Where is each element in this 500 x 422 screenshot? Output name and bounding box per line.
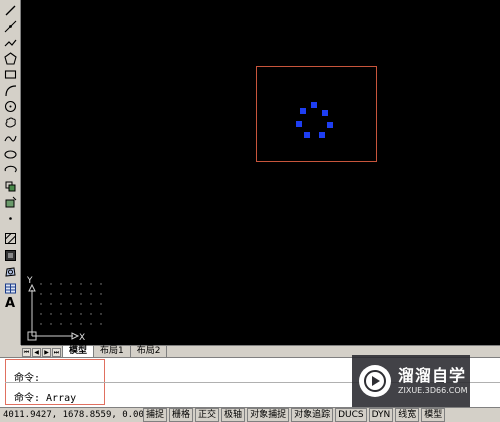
multiline-text-letter: A (4, 296, 16, 311)
ellipse-icon[interactable] (2, 147, 18, 161)
spline-icon[interactable] (2, 131, 18, 145)
construction-line-icon[interactable] (2, 19, 18, 33)
region-icon[interactable] (2, 265, 18, 279)
play-logo-icon (359, 365, 391, 397)
status-model-button[interactable]: 模型 (421, 408, 446, 422)
tab-nav-prev-button[interactable]: ◀ (32, 347, 41, 357)
table-icon[interactable] (2, 281, 18, 295)
status-ortho-button[interactable]: 正交 (195, 408, 220, 422)
point-icon[interactable] (2, 211, 18, 225)
command-prompt-line[interactable]: 命令: Array (14, 389, 76, 404)
status-dyn-button[interactable]: DYN (368, 408, 394, 422)
grip-bottom-right[interactable] (319, 132, 325, 138)
watermark: 溜溜自学 ZIXUE.3D66.COM (352, 355, 470, 407)
make-block-icon[interactable] (2, 195, 18, 209)
polygon-icon[interactable] (2, 51, 18, 65)
ucs-x-label: X (79, 333, 85, 343)
watermark-title: 溜溜自学 (398, 365, 467, 385)
grip-top[interactable] (311, 102, 317, 108)
polyline-icon[interactable] (2, 35, 18, 49)
ucs-icon: Y X (26, 276, 102, 343)
tab-nav-next-button[interactable]: ▶ (42, 347, 51, 357)
grip-right[interactable] (327, 122, 333, 128)
coordinate-readout: 4011.9427, 1678.8559, 0.0000 (3, 410, 143, 420)
line-icon[interactable] (2, 3, 18, 17)
revision-cloud-icon[interactable] (2, 115, 18, 129)
drawing-canvas[interactable]: Y X (21, 0, 500, 345)
hatch-icon[interactable] (2, 231, 18, 245)
ellipse-arc-icon[interactable] (2, 163, 18, 177)
watermark-url: ZIXUE.3D66.COM (398, 385, 468, 395)
status-bar: 4011.9427, 1678.8559, 0.0000 捕捉 栅格 正交 极轴… (0, 407, 500, 422)
insert-block-icon[interactable] (2, 179, 18, 193)
status-ducs-button[interactable]: DUCS (335, 408, 367, 422)
tab-nav-last-button[interactable]: ⏭ (52, 347, 61, 357)
arc-icon[interactable] (2, 83, 18, 97)
ucs-y-label: Y (26, 276, 33, 286)
status-osnap-button[interactable]: 对象捕捉 (247, 408, 290, 422)
gradient-icon[interactable] (2, 248, 18, 262)
grip-top-right[interactable] (322, 110, 328, 116)
multiline-text-icon[interactable]: A (2, 297, 18, 311)
selection-window (256, 66, 377, 162)
rectangle-icon[interactable] (2, 67, 18, 81)
circle-icon[interactable] (2, 99, 18, 113)
status-lineweight-button[interactable]: 线宽 (395, 408, 420, 422)
tab-nav-first-button[interactable]: ⏮ (22, 347, 31, 357)
grip-left[interactable] (296, 121, 302, 127)
status-polar-button[interactable]: 极轴 (221, 408, 246, 422)
status-otrack-button[interactable]: 对象追踪 (291, 408, 334, 422)
status-grid-button[interactable]: 栅格 (169, 408, 194, 422)
status-snap-button[interactable]: 捕捉 (143, 408, 168, 422)
draw-toolbar: A (0, 0, 21, 345)
grip-top-left[interactable] (300, 108, 306, 114)
grip-bottom-left[interactable] (304, 132, 310, 138)
